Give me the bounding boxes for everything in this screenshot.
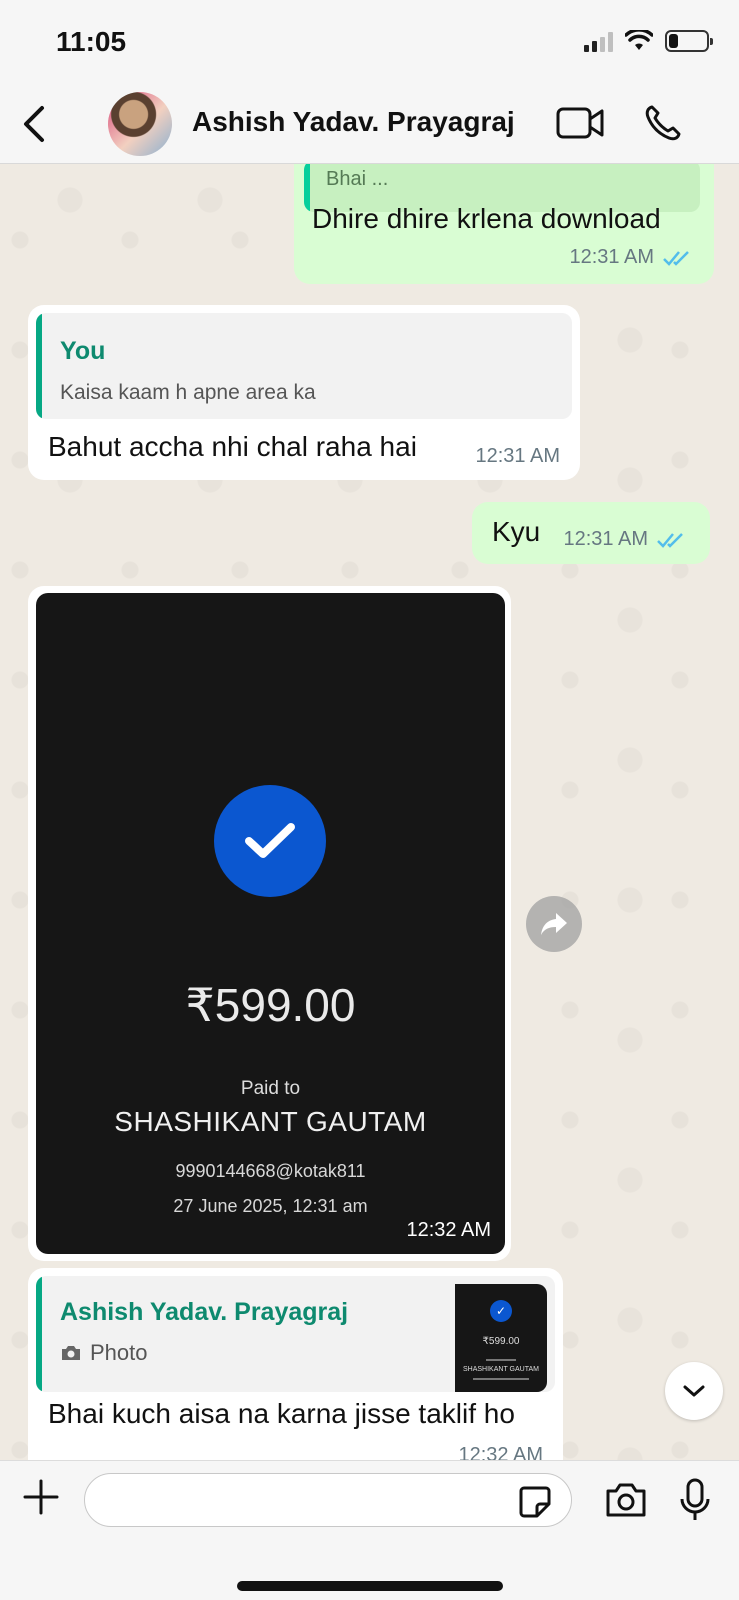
message-text: Dhire dhire krlena download	[312, 203, 661, 234]
status-time: 11:05	[56, 26, 127, 57]
quoted-message[interactable]: You Kaisa kaam h apne area ka	[36, 313, 572, 419]
check-circle-icon	[214, 785, 326, 897]
sticker-icon	[519, 1486, 551, 1518]
forward-icon	[541, 913, 567, 935]
message-text: Bhai kuch aisa na karna jisse taklif ho	[48, 1398, 515, 1429]
quoted-photo-thumbnail: ✓ ₹599.00 SHASHIKANT GAUTAM	[455, 1284, 547, 1392]
battery-level	[669, 34, 678, 48]
message-incoming[interactable]: You Kaisa kaam h apne area ka Bahut acch…	[28, 305, 580, 480]
avatar[interactable]	[108, 92, 172, 156]
video-camera-icon	[556, 107, 604, 139]
composer-bar	[0, 1460, 739, 1600]
quoted-text: Kaisa kaam h apne area ka	[60, 381, 316, 404]
battery-icon	[665, 30, 713, 52]
payment-date: 27 June 2025, 12:31 am	[173, 1196, 368, 1216]
thumbnail-amount: ₹599.00	[482, 1336, 520, 1347]
payment-amount: ₹599.00	[185, 979, 356, 1031]
video-call-button[interactable]	[556, 106, 604, 145]
paid-to-label: Paid to	[240, 1078, 301, 1099]
payee-name: SHASHIKANT GAUTAM	[114, 1106, 427, 1137]
contact-name[interactable]: Ashish Yadav. Prayagraj	[192, 106, 515, 138]
quoted-author: Ashish Yadav. Prayagraj	[60, 1298, 349, 1326]
message-text: Kyu	[492, 516, 541, 547]
upi-id: 9990144668@kotak811	[175, 1161, 366, 1181]
attach-button[interactable]	[22, 1477, 60, 1525]
message-text: Bahut accha nhi chal raha hai	[48, 431, 417, 462]
double-check-icon	[657, 532, 683, 548]
camera-icon	[606, 1483, 646, 1517]
check-circle-icon: ✓	[490, 1300, 512, 1322]
double-check-icon	[663, 250, 689, 266]
message-time: 12:32 AM	[406, 1219, 491, 1241]
thumbnail-payee: SHASHIKANT GAUTAM	[463, 1366, 539, 1373]
plus-icon	[23, 1479, 59, 1515]
voice-call-button[interactable]	[644, 104, 682, 147]
message-time: 12:31 AM	[569, 246, 654, 268]
home-indicator	[237, 1581, 503, 1591]
message-input[interactable]	[84, 1473, 572, 1527]
wifi-icon	[625, 30, 653, 50]
payment-screenshot-image[interactable]: ₹599.00 Paid to SHASHIKANT GAUTAM 999014…	[36, 593, 505, 1254]
back-button[interactable]	[20, 104, 48, 152]
chevron-left-icon	[24, 106, 44, 142]
chat-header: 11:05 Ashish Yadav. Prayagraj	[0, 0, 739, 164]
forward-button[interactable]	[526, 896, 582, 952]
message-time: 12:31 AM	[475, 445, 560, 467]
voice-message-button[interactable]	[678, 1477, 712, 1528]
message-incoming[interactable]: Ashish Yadav. Prayagraj Photo ✓ ₹599.00 …	[28, 1268, 563, 1466]
signal-icon	[584, 30, 613, 52]
quoted-text: Bhai ...	[326, 168, 389, 190]
message-time: 12:31 AM	[563, 528, 648, 550]
quoted-message[interactable]: Ashish Yadav. Prayagraj Photo ✓ ₹599.00 …	[36, 1276, 555, 1392]
sticker-button[interactable]	[518, 1485, 552, 1524]
scroll-to-bottom-button[interactable]	[665, 1362, 723, 1420]
message-meta: 12:31 AM	[563, 528, 686, 551]
microphone-icon	[680, 1478, 710, 1520]
quoted-media-label: Photo	[60, 1340, 148, 1366]
message-meta: 12:31 AM	[569, 246, 692, 269]
quoted-media-text: Photo	[90, 1340, 148, 1365]
chevron-down-icon	[683, 1385, 705, 1397]
status-icons	[584, 30, 713, 52]
phone-icon	[645, 105, 681, 141]
camera-button[interactable]	[604, 1481, 648, 1524]
message-outgoing[interactable]: Kyu 12:31 AM	[472, 502, 710, 564]
camera-icon	[62, 1346, 80, 1360]
quoted-author: You	[60, 337, 106, 365]
